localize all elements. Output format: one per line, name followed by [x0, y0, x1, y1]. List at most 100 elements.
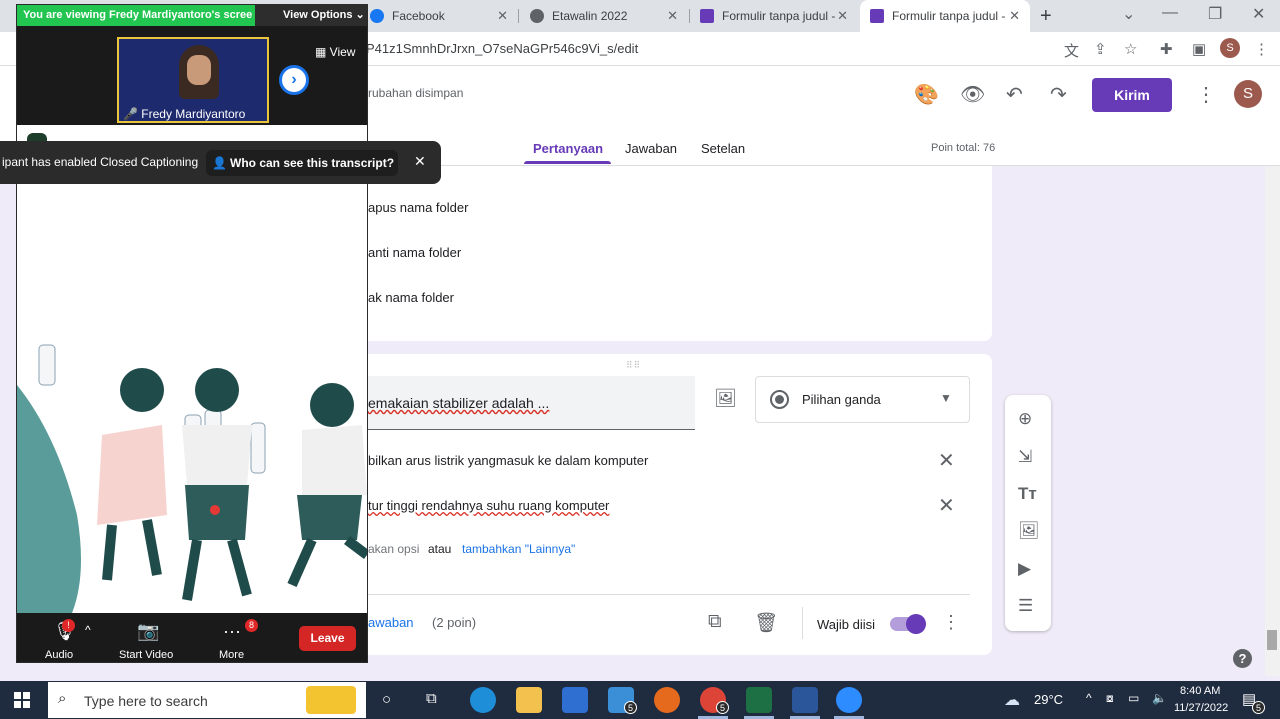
answer-option-2[interactable]: tur tinggi rendahnya suhu ruang komputer: [368, 498, 609, 513]
add-image-icon[interactable]: 🖼: [1018, 521, 1040, 541]
palette-icon[interactable]: 🎨: [914, 82, 939, 107]
extensions-icon[interactable]: ✚: [1160, 40, 1173, 58]
side-panel-icon[interactable]: ▣: [1192, 40, 1206, 58]
network-icon[interactable]: ▭: [1128, 691, 1139, 705]
chrome-badge: 5: [716, 701, 729, 714]
close-window-button[interactable]: ✕: [1252, 4, 1265, 24]
scrollbar-thumb[interactable]: [1267, 630, 1277, 650]
tab-facebook[interactable]: Facebook ✕: [360, 0, 518, 32]
leave-button[interactable]: Leave: [299, 626, 356, 651]
weather-cloud-icon[interactable]: ☁: [1004, 690, 1020, 710]
firefox-icon[interactable]: [654, 687, 680, 713]
view-options-button[interactable]: View Options ⌄: [255, 5, 367, 26]
add-question-icon[interactable]: ⊕: [1018, 409, 1032, 429]
close-icon[interactable]: ✕: [837, 8, 848, 24]
remove-option-icon[interactable]: ✕: [938, 493, 955, 518]
tab-questions[interactable]: Pertanyaan: [533, 141, 603, 156]
add-image-icon[interactable]: 🖼: [714, 388, 737, 409]
clock-date[interactable]: 11/27/2022: [1174, 702, 1228, 714]
participant-video-tile[interactable]: 🎤 Fredy Mardiyantoro: [117, 37, 269, 123]
question-more-icon[interactable]: ⋮: [942, 612, 960, 633]
minimize-button[interactable]: —: [1162, 4, 1178, 22]
audio-label[interactable]: Audio: [45, 649, 73, 661]
answer-option-1[interactable]: bilkan arus listrik yangmasuk ke dalam k…: [368, 453, 648, 468]
add-video-icon[interactable]: ▶: [1018, 559, 1031, 579]
close-icon[interactable]: ✕: [667, 8, 678, 24]
import-questions-icon[interactable]: ⇲: [1018, 447, 1032, 467]
clock-time[interactable]: 8:40 AM: [1180, 685, 1220, 697]
points-label: (2 poin): [432, 615, 477, 630]
bookmark-star-icon[interactable]: ☆: [1124, 40, 1137, 58]
taskbar-search[interactable]: ⌕ Type here to search: [47, 681, 367, 719]
redo-icon[interactable]: ↷: [1050, 82, 1067, 107]
duplicate-icon[interactable]: ⧉: [708, 611, 722, 633]
transcript-button[interactable]: 👤 Who can see this transcript?: [206, 150, 398, 176]
tab-forms-1[interactable]: Formulir tanpa judul - ✕: [690, 0, 858, 32]
onedrive-icon[interactable]: ⧇: [1106, 691, 1114, 706]
tab-title: Formulir tanpa judul -: [722, 9, 836, 23]
delete-icon[interactable]: 🗑: [754, 611, 778, 635]
next-page-arrow-icon[interactable]: ›: [279, 65, 309, 95]
tab-search-icon[interactable]: ⌄: [1122, 4, 1135, 24]
tab-forms-active[interactable]: Formulir tanpa judul - ✕: [860, 0, 1030, 32]
edge-icon[interactable]: [470, 687, 496, 713]
file-explorer-icon[interactable]: [516, 687, 542, 713]
more-label[interactable]: More: [219, 649, 244, 661]
windows-start-icon[interactable]: [14, 692, 30, 708]
add-option-link[interactable]: akan opsi: [368, 542, 419, 556]
add-title-icon[interactable]: Tт: [1018, 484, 1037, 504]
restore-button[interactable]: ❐: [1208, 4, 1222, 24]
answer-key-link[interactable]: awaban: [368, 615, 414, 630]
page-scrollbar[interactable]: [1265, 166, 1280, 676]
question-text[interactable]: emakaian stabilizer adalah ...: [368, 395, 549, 411]
new-tab-button[interactable]: +: [1040, 5, 1052, 28]
participant-name: 🎤 Fredy Mardiyantoro: [123, 107, 246, 121]
volume-icon[interactable]: 🔈: [1152, 691, 1167, 705]
globe-icon: [530, 9, 544, 23]
radio-button-icon: [770, 390, 789, 409]
word-icon[interactable]: [792, 687, 818, 713]
remove-option-icon[interactable]: ✕: [938, 448, 955, 473]
zoom-toolbar: 🎙 ! ^ Audio 📷 Start Video ··· 8 More Lea…: [17, 613, 367, 662]
tray-chevron-icon[interactable]: ^: [1086, 691, 1092, 705]
question-type-select[interactable]: Pilihan ganda ▼: [755, 376, 970, 423]
close-icon[interactable]: ✕: [414, 153, 426, 170]
recycling-bag-shape: [17, 385, 81, 613]
start-video-label[interactable]: Start Video: [119, 649, 173, 661]
zoom-app-icon[interactable]: [836, 687, 862, 713]
add-other-link[interactable]: tambahkan "Lainnya": [462, 542, 575, 556]
cortana-icon[interactable]: ○: [382, 691, 391, 708]
chevron-up-icon[interactable]: ^: [85, 623, 91, 637]
close-icon[interactable]: ✕: [497, 8, 508, 24]
profile-avatar[interactable]: S: [1220, 38, 1240, 58]
tab-settings[interactable]: Setelan: [701, 141, 745, 156]
globe-icon: [370, 9, 384, 23]
tab-etawalin[interactable]: Etawalin 2022 ✕: [520, 0, 688, 32]
more-dots-icon[interactable]: ···: [223, 621, 241, 642]
total-points: Poin total: 76: [931, 142, 996, 154]
card-divider: [350, 594, 970, 595]
account-avatar[interactable]: S: [1234, 80, 1262, 108]
tab-responses[interactable]: Jawaban: [625, 141, 677, 156]
add-section-icon[interactable]: ☰: [1018, 596, 1033, 616]
url-field[interactable]: P41z1SmnhDrJrxn_O7seNaGPr546c9Vi_s/edit: [366, 41, 638, 56]
translate-icon[interactable]: 文: [1064, 40, 1079, 61]
undo-icon[interactable]: ↶: [1006, 82, 1023, 107]
preview-eye-icon[interactable]: 👁: [960, 82, 985, 107]
more-options-icon[interactable]: ⋮: [1196, 82, 1216, 107]
close-icon[interactable]: ✕: [1009, 8, 1020, 24]
store-icon[interactable]: [562, 687, 588, 713]
participant-face: [187, 55, 211, 85]
help-icon[interactable]: ?: [1233, 649, 1252, 668]
share-icon[interactable]: ⇪: [1094, 40, 1107, 58]
video-off-icon[interactable]: 📷: [137, 621, 159, 642]
send-button[interactable]: Kirim: [1092, 78, 1172, 112]
task-view-icon[interactable]: ⧉: [426, 690, 437, 707]
view-button[interactable]: ▦ View: [315, 45, 355, 59]
required-toggle[interactable]: [890, 614, 926, 634]
browser-menu-icon[interactable]: ⋮: [1254, 40, 1269, 58]
drag-handle-icon[interactable]: ⠿⠿: [626, 360, 641, 371]
child-left: [97, 368, 167, 581]
excel-icon[interactable]: [746, 687, 772, 713]
temperature[interactable]: 29°C: [1034, 692, 1063, 707]
